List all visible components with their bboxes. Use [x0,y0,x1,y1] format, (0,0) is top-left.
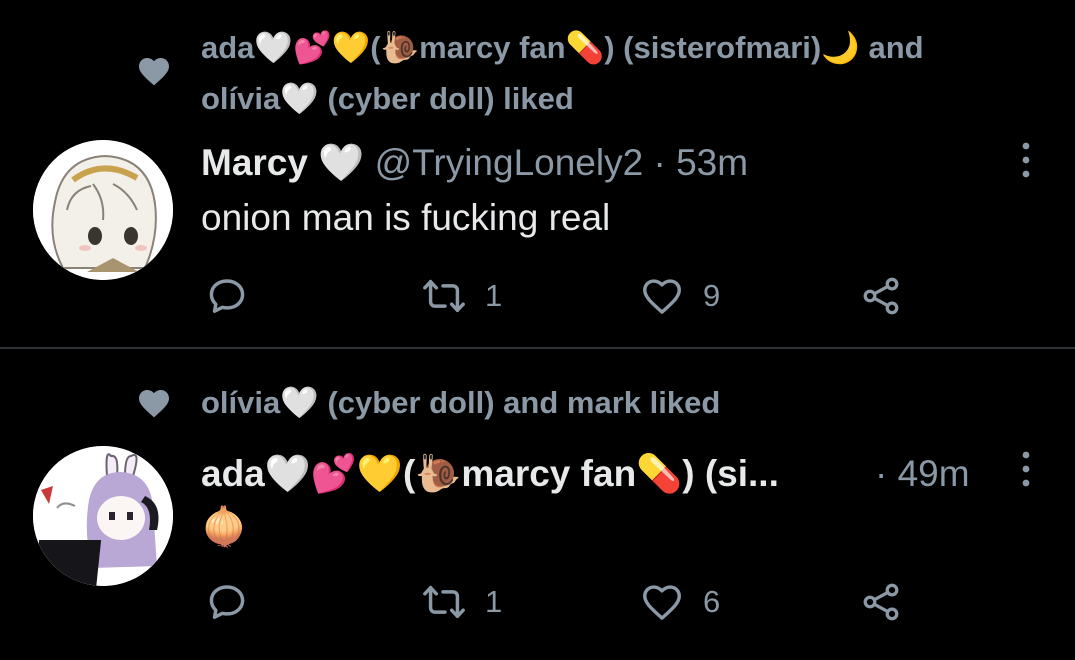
separator: · [653,142,666,183]
author-name[interactable]: Marcy 🤍 [201,142,364,183]
author-handle[interactable]: @TryingLonely2 [375,142,644,183]
heart-icon [139,57,169,86]
tweet-meta: · 49m [875,452,970,496]
social-context[interactable]: ada🤍💕💛(🐌marcy fan💊) (sisterofmari)🌙 and … [201,22,924,124]
share-button[interactable] [859,577,903,627]
more-options-icon[interactable] [1014,449,1038,489]
reply-button[interactable] [205,577,249,627]
social-context-line: olívia🤍 (cyber doll) and mark liked [201,385,721,420]
social-context[interactable]: olívia🤍 (cyber doll) and mark liked [201,377,720,428]
retweet-button[interactable]: 1 [421,271,502,321]
social-context-line: ada🤍💕💛(🐌marcy fan💊) (sisterofmari)🌙 and [201,30,924,65]
heart-outline-icon [643,585,681,620]
avatar[interactable] [33,140,173,280]
tweet-header: ada🤍💕💛(🐌marcy fan💊) (si... [201,452,779,496]
more-options-icon[interactable] [1014,140,1038,180]
separator: · [875,453,888,494]
timestamp[interactable]: 53m [676,142,748,183]
reply-button[interactable] [205,271,249,321]
anime-avatar-image [33,140,173,280]
avatar[interactable] [33,446,173,586]
like-button[interactable]: 9 [639,271,720,321]
tweet-card[interactable]: ada🤍💕💛(🐌marcy fan💊) (sisterofmari)🌙 and … [0,0,1075,348]
retweet-icon [423,585,465,619]
like-count: 6 [703,584,721,619]
retweet-count: 1 [485,584,503,619]
share-icon [863,277,899,315]
heart-outline-icon [643,279,681,314]
reply-icon [209,279,245,313]
tweet-text: 🧅 [201,506,248,547]
tweet-text: onion man is fucking real [201,197,611,238]
like-button[interactable]: 6 [639,577,720,627]
retweet-icon [423,279,465,313]
retweet-count: 1 [485,278,503,313]
anime-avatar-image [33,446,173,586]
timestamp[interactable]: 49m [898,453,970,494]
retweet-button[interactable]: 1 [421,577,502,627]
reply-icon [209,585,245,619]
like-count: 9 [703,278,721,313]
heart-icon [139,389,169,418]
share-icon [863,583,899,621]
tweet-header: Marcy 🤍 @TryingLonely2 · 53m [201,141,748,185]
share-button[interactable] [859,271,903,321]
tweet-actions: 1 6 [0,577,1075,627]
tweet-actions: 1 9 [0,271,1075,321]
social-context-line: olívia🤍 (cyber doll) liked [201,81,574,116]
tweet-card[interactable]: olívia🤍 (cyber doll) and mark liked ada🤍… [0,349,1075,660]
author-name[interactable]: ada🤍💕💛(🐌marcy fan💊) (si... [201,453,779,494]
